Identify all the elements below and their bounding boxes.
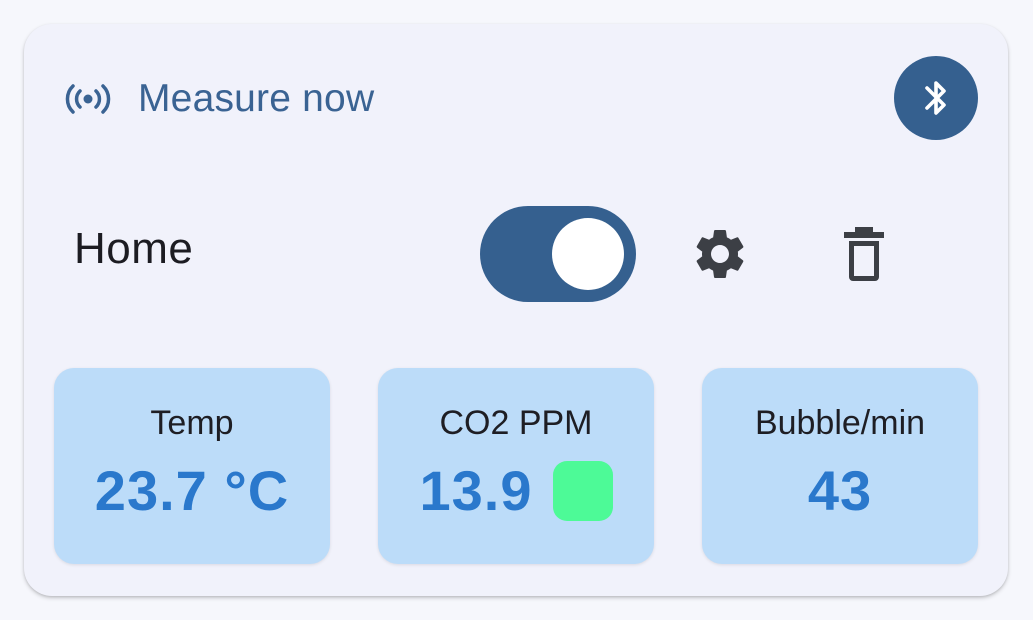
metric-value-row: 43 — [702, 458, 978, 523]
metric-value: 23.7 °C — [94, 459, 290, 522]
metric-value: 43 — [807, 459, 873, 522]
trash-icon — [841, 224, 887, 284]
metric-label: Bubble/min — [754, 404, 926, 442]
gear-icon — [690, 224, 750, 284]
settings-button[interactable] — [688, 222, 752, 286]
metric-value-row: 23.7 °C — [54, 458, 330, 523]
device-card: Measure now Home Temp 23.7 °C CO2 PPM 13… — [24, 24, 1008, 596]
co2-status-indicator — [552, 460, 613, 521]
metric-tile-temp: Temp 23.7 °C — [54, 368, 330, 564]
card-header: Measure now — [64, 74, 374, 124]
delete-button[interactable] — [832, 222, 896, 286]
switch-knob — [552, 218, 624, 290]
metric-tile-co2: CO2 PPM 13.9 — [378, 368, 654, 564]
device-enabled-switch[interactable] — [480, 206, 636, 302]
bluetooth-button[interactable] — [894, 56, 978, 140]
measure-now-title[interactable]: Measure now — [138, 77, 374, 121]
bluetooth-icon — [916, 76, 956, 120]
metric-value-row: 13.9 — [378, 458, 654, 523]
metric-value: 13.9 — [419, 459, 533, 522]
metric-label: CO2 PPM — [439, 404, 593, 442]
metric-tile-bubble: Bubble/min 43 — [702, 368, 978, 564]
signal-broadcast-icon — [64, 83, 112, 115]
device-name: Home — [74, 224, 194, 273]
metric-label: Temp — [150, 404, 234, 442]
